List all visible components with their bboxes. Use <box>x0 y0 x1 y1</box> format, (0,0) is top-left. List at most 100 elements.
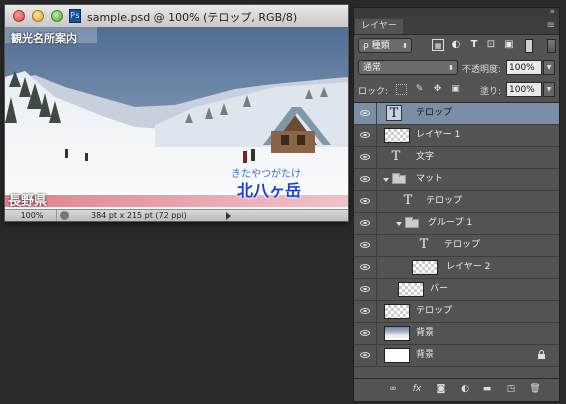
layer-thumbnail <box>412 260 438 275</box>
filter-toggle-switch[interactable] <box>525 39 533 53</box>
lock-label: ロック: <box>358 87 389 97</box>
fill-input[interactable]: 100% <box>506 82 542 97</box>
layer-name: 文字 <box>416 152 435 162</box>
folder-icon <box>405 217 419 228</box>
caption-mountain: 北八ヶ岳 <box>237 181 302 200</box>
layer-row[interactable]: T テロップ <box>354 235 559 257</box>
layer-name: レイヤー 1 <box>416 130 461 140</box>
layer-group-row[interactable]: マット <box>354 169 559 191</box>
trash-icon[interactable]: 🗑 <box>528 383 542 396</box>
chevron-down-icon: ⬍ <box>448 64 454 72</box>
layer-row[interactable]: 背景 <box>354 345 559 367</box>
fx-icon[interactable]: fx <box>410 383 424 396</box>
eye-icon <box>360 220 370 226</box>
layer-row[interactable]: テロップ <box>354 301 559 323</box>
layer-name: テロップ <box>416 306 453 316</box>
minimize-window-button[interactable] <box>32 10 44 22</box>
zoom-window-button[interactable] <box>51 10 63 22</box>
eye-icon <box>360 352 370 358</box>
layer-row[interactable]: バー <box>354 279 559 301</box>
fill-slider-toggle-icon[interactable]: ▼ <box>543 82 555 97</box>
layer-thumbnail <box>384 128 410 143</box>
document-canvas[interactable]: 観光名所案内 きたやつがたけ 北八ヶ岳 長野県 <box>5 27 348 212</box>
expand-triangle-icon[interactable] <box>396 222 402 226</box>
panel-footer: ∞ fx ◙ ◐ ▬ ◳ 🗑 <box>354 378 559 401</box>
text-layer-icon: T <box>403 193 413 208</box>
lock-transparency-icon[interactable] <box>396 84 407 95</box>
layer-row[interactable]: T 文字 <box>354 147 559 169</box>
visibility-toggle[interactable] <box>354 235 377 256</box>
layer-row[interactable]: T テロップ <box>354 103 559 125</box>
visibility-toggle[interactable] <box>354 169 377 190</box>
shape-filter-icon[interactable]: ⊡ <box>485 39 497 51</box>
link-icon[interactable]: ∞ <box>386 383 400 396</box>
filter-kind-select[interactable]: ρ 種類 ⬍ <box>358 38 412 53</box>
visibility-toggle[interactable] <box>354 147 377 168</box>
eye-icon <box>360 242 370 248</box>
layer-list: T テロップ レイヤー 1 T 文字 マット T テロップ グループ 1 T テ… <box>354 102 559 371</box>
mask-icon[interactable]: ◙ <box>434 383 448 396</box>
panel-menu-icon[interactable]: ≡ <box>547 20 555 31</box>
layer-thumbnail <box>384 348 410 363</box>
folder-icon[interactable]: ▬ <box>480 383 494 396</box>
eye-icon <box>360 308 370 314</box>
layer-filter-row: ρ 種類 ⬍ ▦ ◐ T ⊡ ▣ <box>354 35 559 57</box>
layer-name: 背景 <box>416 350 435 360</box>
visibility-toggle[interactable] <box>354 257 377 278</box>
blend-mode-label: 通常 <box>363 63 382 73</box>
layer-name: テロップ <box>426 196 463 206</box>
blend-mode-select[interactable]: 通常 ⬍ <box>358 60 458 75</box>
caption-sightseeing: 観光名所案内 <box>11 32 77 45</box>
layer-row[interactable]: レイヤー 1 <box>354 125 559 147</box>
layer-name: テロップ <box>416 108 453 118</box>
opacity-input[interactable]: 100% <box>506 60 542 75</box>
text-layer-icon: T <box>386 105 402 121</box>
lock-position-icon[interactable]: ✥ <box>432 84 443 95</box>
expand-triangle-icon[interactable] <box>383 178 389 182</box>
caption-prefecture: 長野県 <box>8 194 48 209</box>
pixel-filter-icon[interactable]: ▦ <box>432 39 444 51</box>
visibility-toggle[interactable] <box>354 191 377 212</box>
adjustment-filter-icon[interactable]: ◐ <box>450 39 462 51</box>
visibility-toggle[interactable] <box>354 213 377 234</box>
filter-scroll-icon[interactable] <box>547 39 556 53</box>
layer-name: 背景 <box>416 328 435 338</box>
visibility-toggle[interactable] <box>354 323 377 344</box>
status-bar: 100% 384 pt x 215 pt (72 ppi) <box>5 209 348 221</box>
visibility-toggle[interactable] <box>354 125 377 146</box>
type-filter-icon[interactable]: T <box>468 39 480 51</box>
document-title: sample.psd @ 100% (テロップ, RGB/8) <box>87 11 298 24</box>
fill-label: 塗り: <box>480 87 502 97</box>
layer-row[interactable]: レイヤー 2 <box>354 257 559 279</box>
text-layer-icon: T <box>391 149 401 164</box>
tab-layers[interactable]: レイヤー <box>355 19 403 34</box>
layer-name: レイヤー 2 <box>446 262 491 272</box>
eye-icon <box>360 330 370 336</box>
layer-group-row[interactable]: グループ 1 <box>354 213 559 235</box>
collapse-panel-icon[interactable]: » <box>549 7 555 17</box>
visibility-toggle[interactable] <box>354 345 377 366</box>
panel-top-strip[interactable]: » <box>354 7 559 17</box>
status-menu-arrow-icon[interactable] <box>226 212 231 220</box>
visibility-toggle[interactable] <box>354 279 377 300</box>
visibility-toggle[interactable] <box>354 103 377 124</box>
adjustment-icon[interactable]: ◐ <box>458 383 472 396</box>
eye-icon <box>360 198 370 204</box>
new-layer-icon[interactable]: ◳ <box>504 383 518 396</box>
layer-row[interactable]: 背景 <box>354 323 559 345</box>
status-info-icon[interactable] <box>60 211 69 220</box>
lock-row: ロック: ✎ ✥ ▣ 塗り: 100% ▼ <box>354 80 559 100</box>
lock-paint-brush-icon[interactable]: ✎ <box>414 84 425 95</box>
layer-name: バー <box>430 284 449 294</box>
eye-icon <box>360 110 370 116</box>
smart-object-filter-icon[interactable]: ▣ <box>503 39 515 51</box>
document-titlebar[interactable]: Ps sample.psd @ 100% (テロップ, RGB/8) <box>5 5 348 28</box>
lock-all-icon[interactable]: ▣ <box>450 84 461 95</box>
close-window-button[interactable] <box>13 10 25 22</box>
eye-icon <box>360 176 370 182</box>
visibility-toggle[interactable] <box>354 301 377 322</box>
document-info: 384 pt x 215 pt (72 ppi) <box>91 211 187 220</box>
opacity-slider-toggle-icon[interactable]: ▼ <box>543 60 555 75</box>
layer-row[interactable]: T テロップ <box>354 191 559 213</box>
zoom-level-field[interactable]: 100% <box>8 210 57 221</box>
